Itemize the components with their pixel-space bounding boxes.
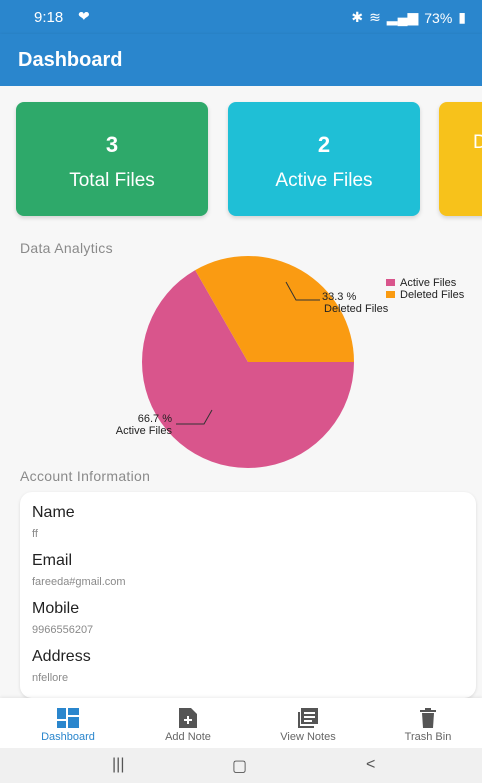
total-files-card[interactable]: 3 Total Files (16, 102, 208, 216)
app-bar: Dashboard (0, 34, 482, 86)
heart-icon: ❤ (78, 8, 90, 24)
status-icons: ✱ ≋ ▂▄▆ 73% ▮ (351, 9, 466, 26)
signal-icon: ▂▄▆ (386, 9, 419, 25)
system-navigation-bar: ||| ▢ < (0, 748, 482, 783)
pie-chart: 33.3 %Deleted Files66.7 %Active FilesAct… (116, 256, 465, 468)
email-field: Email fareeda#gmail.com (32, 552, 126, 588)
view-notes-icon (298, 708, 318, 728)
account-info-card: Name ff Email fareeda#gmail.com Mobile 9… (20, 492, 476, 698)
recent-apps-icon[interactable]: ||| (112, 756, 124, 774)
email-label: Email (32, 552, 73, 569)
address-field: Address nfellore (32, 648, 91, 684)
nav-add-note[interactable]: Add Note (128, 698, 248, 748)
pie-label-deleted-percent: 33.3 % (322, 291, 356, 303)
active-files-count: 2 (317, 132, 331, 157)
account-information-heading: Account Information (20, 468, 151, 484)
mobile-field: Mobile 9966556207 (32, 600, 93, 636)
name-value: ff (32, 528, 38, 540)
deleted-files-card[interactable]: D (439, 102, 482, 216)
status-bar: 9:18 ❤ ✱ ≋ ▂▄▆ 73% ▮ (0, 0, 482, 34)
legend-label-0: Active Files (400, 277, 457, 289)
main-content[interactable]: 3 Total Files 2 Active Files D Data Anal… (0, 86, 482, 698)
nav-dashboard-label: Dashboard (41, 731, 95, 743)
mobile-label: Mobile (32, 600, 80, 617)
email-value: fareeda#gmail.com (32, 576, 126, 588)
active-files-card[interactable]: 2 Active Files (228, 102, 420, 216)
active-files-label: Active Files (275, 170, 373, 191)
name-field: Name ff (32, 504, 75, 540)
total-files-label: Total Files (69, 170, 155, 191)
nav-view-notes-label: View Notes (280, 731, 336, 743)
nav-add-note-label: Add Note (165, 731, 211, 743)
pie-label-deleted-name: Deleted Files (324, 303, 389, 315)
battery-icon: ▮ (458, 9, 466, 25)
add-note-icon (179, 708, 197, 728)
nav-view-notes[interactable]: View Notes (248, 698, 368, 748)
deleted-files-label: D (473, 132, 482, 153)
status-time: 9:18 (34, 9, 64, 26)
legend-swatch-0 (386, 279, 395, 286)
wifi-icon: ≋ (369, 9, 381, 25)
nav-trash-bin[interactable]: Trash Bin (368, 698, 482, 748)
total-files-count: 3 (105, 132, 119, 157)
legend-swatch-1 (386, 291, 395, 298)
mobile-value: 9966556207 (32, 624, 94, 636)
pie-label-active-percent: 66.7 % (138, 413, 172, 425)
dashboard-icon (57, 708, 79, 728)
nav-trash-bin-label: Trash Bin (404, 731, 452, 743)
bottom-navigation: Dashboard Add Note View Notes Trash Bin (0, 698, 482, 748)
battery-percent: 73% (424, 9, 453, 26)
trash-icon (420, 708, 436, 728)
bluetooth-icon: ✱ (351, 9, 364, 25)
data-analytics-heading: Data Analytics (20, 240, 113, 256)
address-label: Address (32, 648, 91, 665)
page-title: Dashboard (18, 49, 123, 71)
nav-dashboard[interactable]: Dashboard (8, 698, 128, 748)
summary-cards[interactable]: 3 Total Files 2 Active Files D (16, 102, 482, 216)
home-icon[interactable]: ▢ (232, 756, 247, 776)
legend-label-1: Deleted Files (400, 289, 465, 301)
pie-label-active-name: Active Files (116, 425, 173, 437)
name-label: Name (32, 504, 75, 521)
address-value: nfellore (32, 672, 69, 684)
back-icon[interactable]: < (366, 756, 375, 774)
